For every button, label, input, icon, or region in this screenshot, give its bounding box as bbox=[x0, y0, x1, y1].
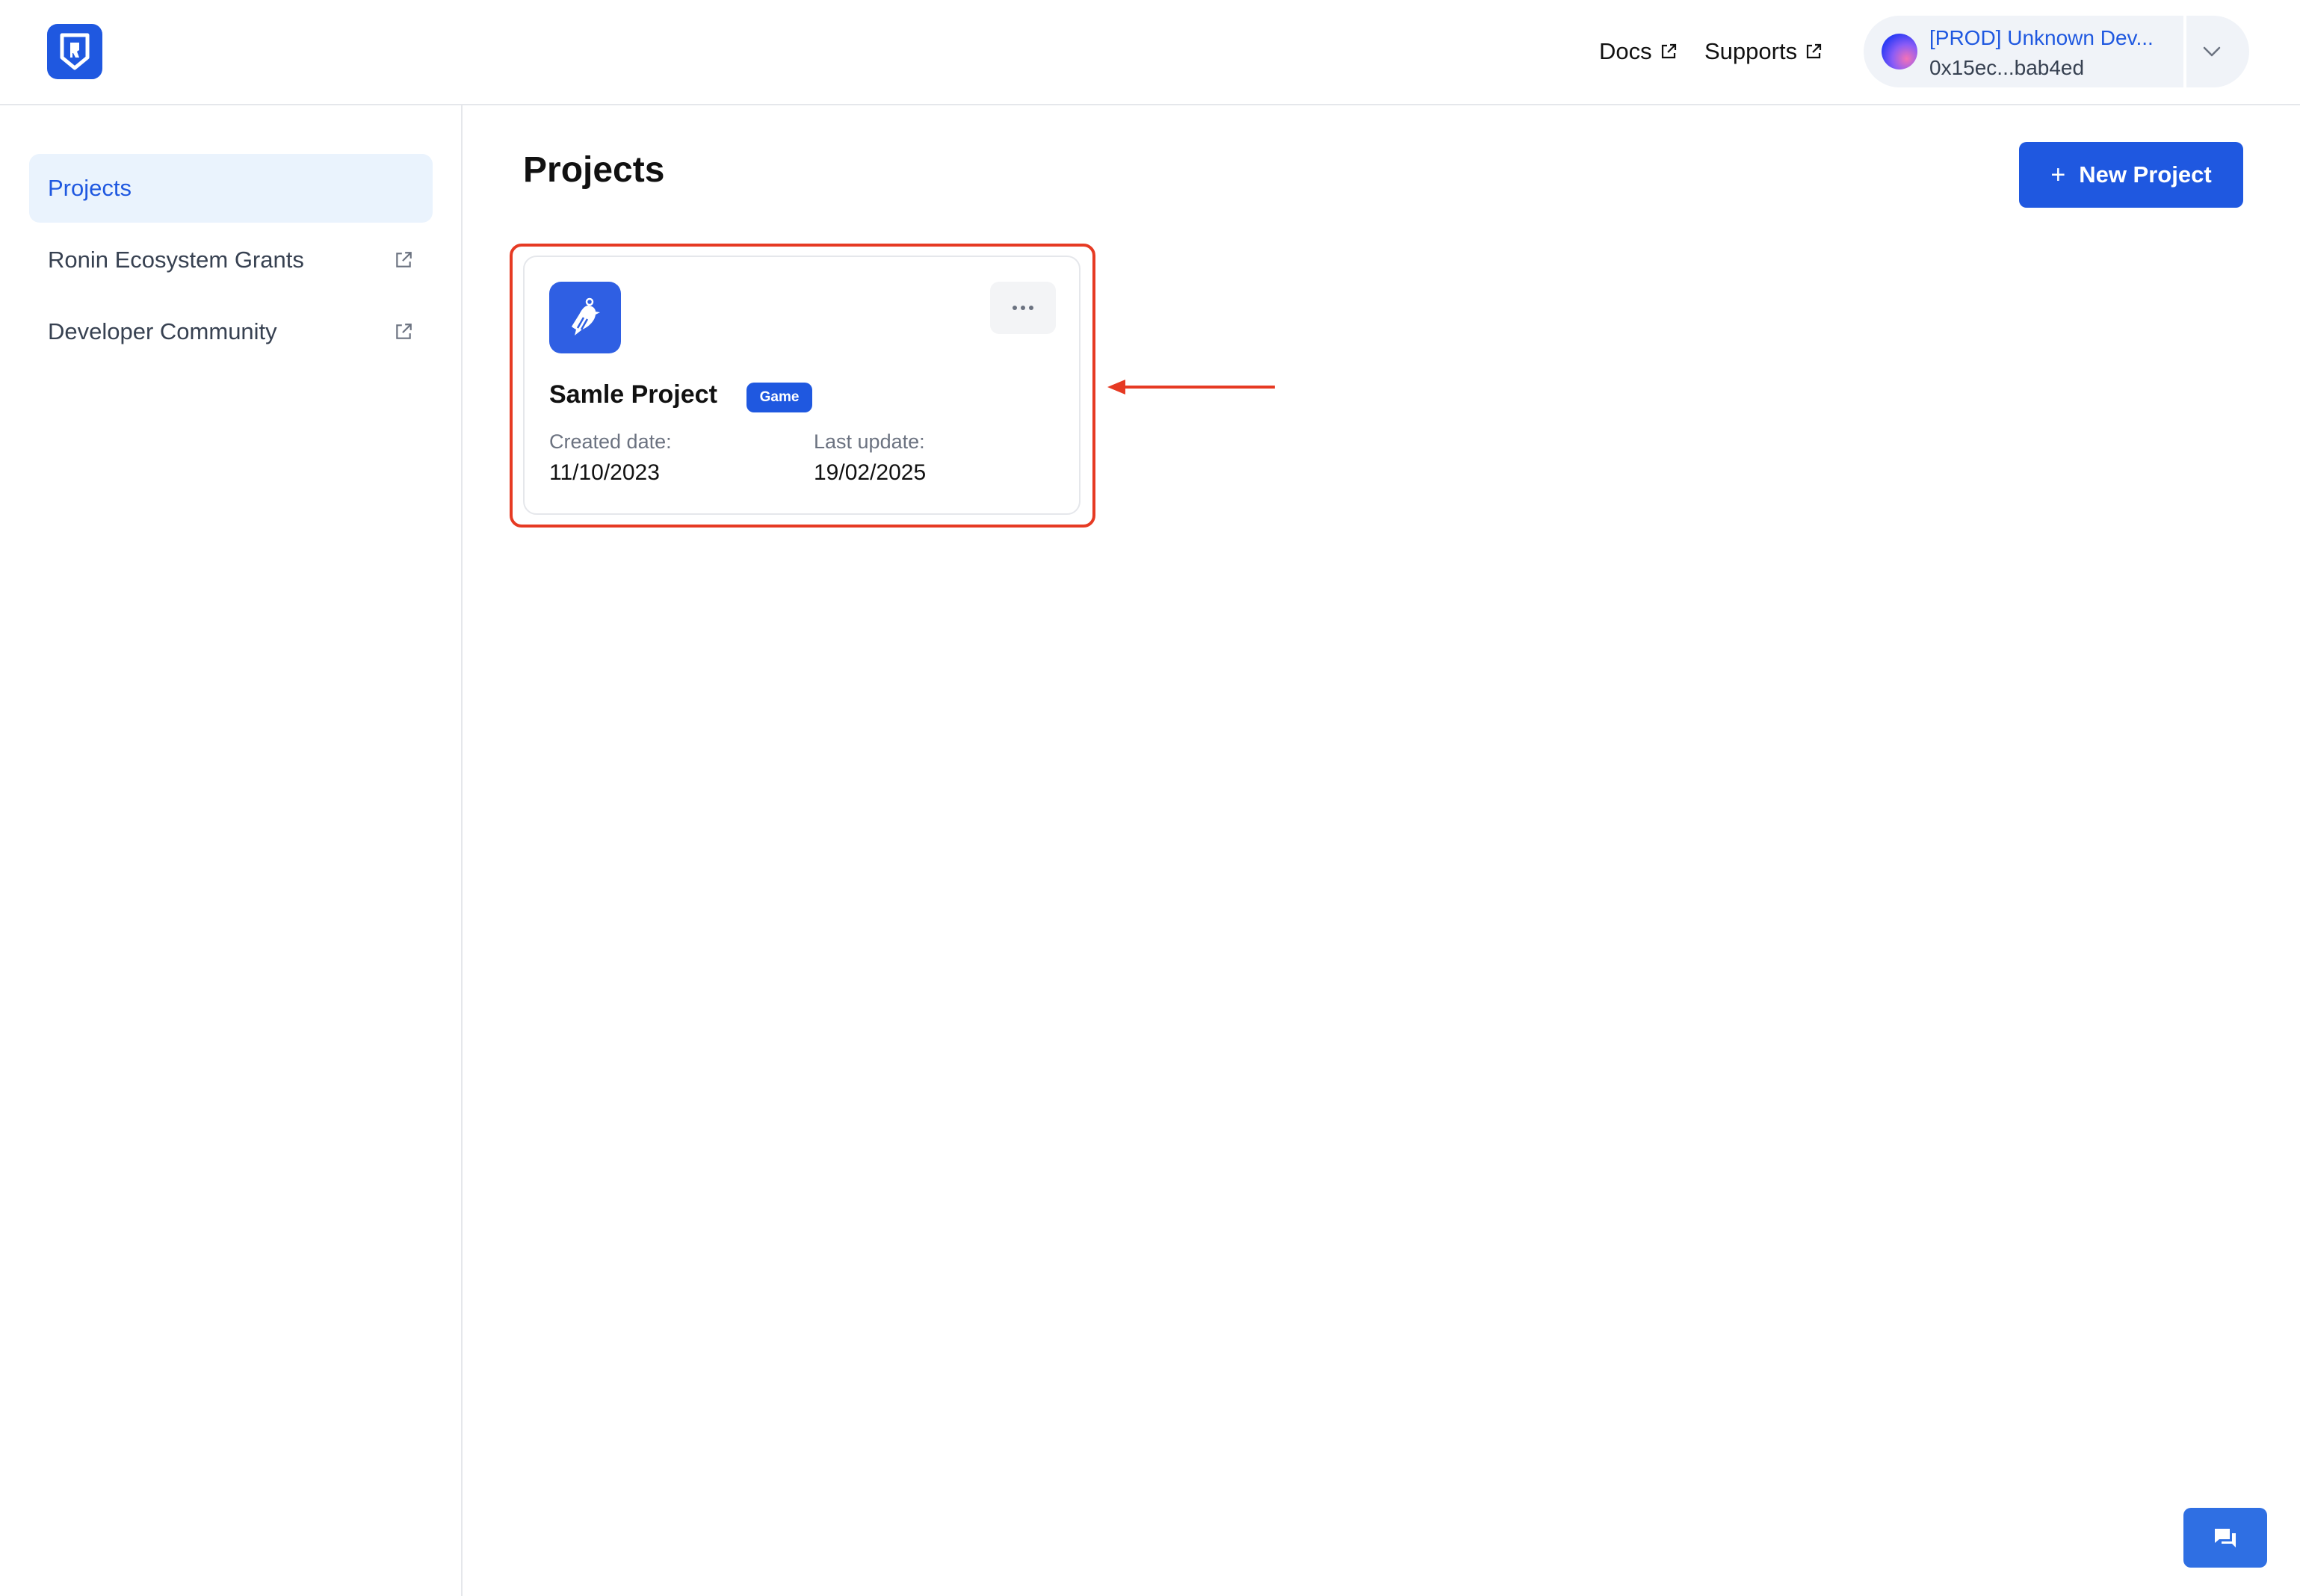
last-update-label: Last update: bbox=[814, 430, 925, 453]
external-link-icon bbox=[1661, 43, 1676, 59]
last-update-value: 19/02/2025 bbox=[814, 460, 927, 485]
external-link-icon bbox=[1806, 43, 1822, 59]
created-date-label: Created date: bbox=[549, 430, 672, 453]
sidebar: Projects Ronin Ecosystem Grants Develope… bbox=[0, 105, 463, 1596]
account-address: 0x15ec...bab4ed bbox=[1929, 56, 2085, 79]
account-name: [PROD] Unknown Dev... bbox=[1929, 26, 2154, 49]
chat-support-button[interactable] bbox=[2183, 1508, 2267, 1568]
annotation-arrow-icon bbox=[1107, 380, 1275, 395]
project-name: Samle Project bbox=[549, 380, 717, 409]
chat-icon bbox=[2215, 1529, 2236, 1547]
more-options-button[interactable] bbox=[990, 282, 1056, 334]
account-switcher[interactable]: [PROD] Unknown Dev... 0x15ec...bab4ed bbox=[1864, 16, 2249, 87]
docs-link-label: Docs bbox=[1599, 38, 1652, 64]
project-card[interactable]: Samle Project Game Created date: 11/10/2… bbox=[523, 256, 1081, 515]
plus-icon: + bbox=[2050, 160, 2066, 189]
docs-link[interactable]: Docs bbox=[1599, 36, 1678, 67]
sidebar-item-ronin-ecosystem-grants[interactable]: Ronin Ecosystem Grants bbox=[29, 226, 433, 294]
supports-link-label: Supports bbox=[1704, 38, 1798, 64]
ronin-logo-icon[interactable] bbox=[47, 24, 102, 79]
new-project-button[interactable]: + New Project bbox=[2019, 142, 2243, 208]
project-type-badge: Game bbox=[746, 383, 812, 412]
external-link-icon bbox=[396, 324, 412, 339]
top-bar: Docs Supports [PROD] Unknown Dev... 0x15… bbox=[0, 0, 2300, 105]
sidebar-item-developer-community[interactable]: Developer Community bbox=[29, 297, 433, 366]
sidebar-item-label: Ronin Ecosystem Grants bbox=[48, 247, 304, 273]
sidebar-item-projects[interactable]: Projects bbox=[29, 154, 433, 223]
avatar bbox=[1882, 34, 1917, 69]
bird-icon bbox=[549, 282, 621, 353]
account-divider bbox=[2183, 16, 2186, 87]
chevron-down-icon[interactable] bbox=[2198, 38, 2225, 65]
supports-link[interactable]: Supports bbox=[1704, 36, 1823, 67]
sidebar-item-label: Projects bbox=[48, 175, 132, 201]
external-link-icon bbox=[396, 252, 412, 267]
new-project-label: New Project bbox=[2079, 161, 2212, 188]
page-title: Projects bbox=[523, 150, 665, 190]
created-date-value: 11/10/2023 bbox=[549, 460, 660, 485]
sidebar-item-label: Developer Community bbox=[48, 318, 277, 344]
more-horizontal-icon bbox=[1013, 306, 1033, 310]
